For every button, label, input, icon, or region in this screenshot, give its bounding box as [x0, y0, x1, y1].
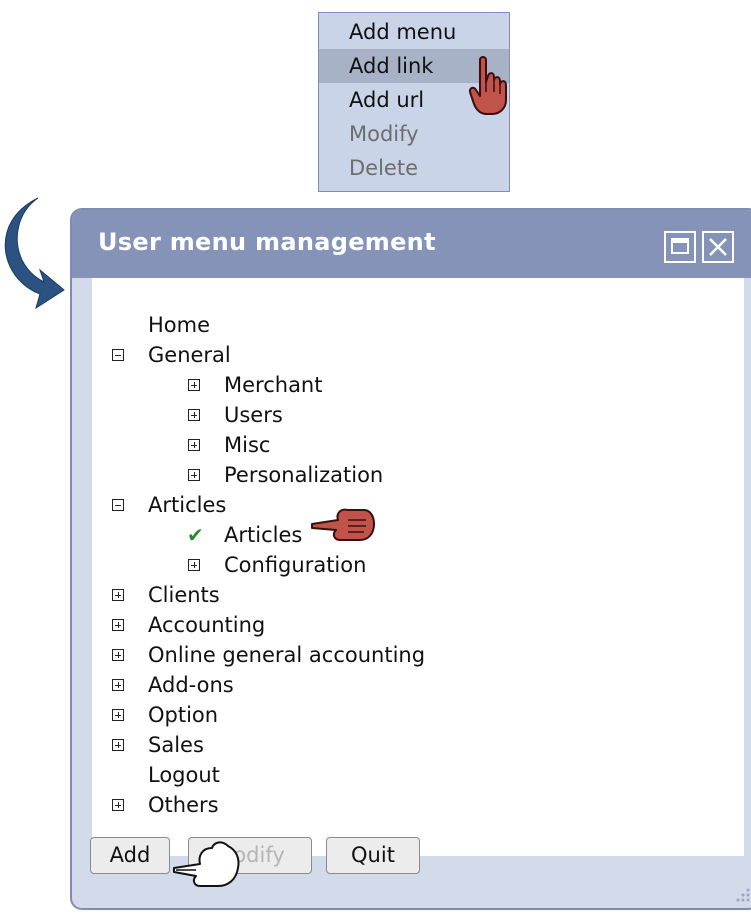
- tree-label: Configuration: [224, 553, 367, 577]
- expand-icon[interactable]: [188, 559, 200, 571]
- tree-label: Personalization: [224, 463, 384, 487]
- collapse-icon[interactable]: [112, 499, 124, 511]
- hand-pointer-icon: [311, 508, 375, 541]
- check-icon: ✔: [187, 523, 204, 547]
- collapse-icon[interactable]: [112, 349, 124, 361]
- expand-icon[interactable]: [188, 439, 200, 451]
- expand-icon[interactable]: [112, 709, 124, 721]
- add-button[interactable]: Add: [90, 837, 170, 874]
- menu-item-add-menu[interactable]: Add menu: [319, 15, 509, 49]
- tree-label: Users: [224, 403, 283, 427]
- hand-pointer-icon: [468, 56, 507, 115]
- expand-icon[interactable]: [112, 649, 124, 661]
- tree-label: Misc: [224, 433, 271, 457]
- tree-label: Home: [148, 313, 211, 337]
- user-menu-window: User menu management Home General Mercha…: [70, 208, 751, 910]
- resize-grip-icon[interactable]: [732, 884, 751, 904]
- expand-icon[interactable]: [112, 589, 124, 601]
- expand-icon[interactable]: [112, 619, 124, 631]
- expand-icon[interactable]: [112, 799, 124, 811]
- menu-item-delete[interactable]: Delete: [319, 151, 509, 185]
- window-title: User menu management: [98, 228, 436, 256]
- menu-item-modify[interactable]: Modify: [319, 117, 509, 151]
- tree-label: Option: [148, 703, 219, 727]
- tree-label: General: [148, 343, 231, 367]
- expand-icon[interactable]: [112, 739, 124, 751]
- tree-label: Articles: [224, 523, 303, 547]
- menu-tree: Home General Merchant Users Misc Persona…: [92, 278, 744, 856]
- tree-label: Logout: [148, 763, 220, 787]
- expand-icon[interactable]: [188, 379, 200, 391]
- expand-icon[interactable]: [188, 469, 200, 481]
- close-icon[interactable]: [702, 231, 734, 263]
- tree-label: Clients: [148, 583, 220, 607]
- tree-label: Online general accounting: [148, 643, 426, 667]
- tree-label: Merchant: [224, 373, 323, 397]
- window-titlebar[interactable]: User menu management: [72, 210, 751, 278]
- tree-label: Others: [148, 793, 219, 817]
- quit-button[interactable]: Quit: [326, 837, 420, 874]
- tree-label: Sales: [148, 733, 204, 757]
- tree-label: Accounting: [148, 613, 266, 637]
- maximize-icon[interactable]: [664, 231, 696, 263]
- tree-label: Articles: [148, 493, 227, 517]
- expand-icon[interactable]: [112, 679, 124, 691]
- tree-label: Add-ons: [148, 673, 234, 697]
- expand-icon[interactable]: [188, 409, 200, 421]
- curved-arrow-icon: [4, 197, 65, 310]
- hand-pointer-icon: [173, 841, 240, 887]
